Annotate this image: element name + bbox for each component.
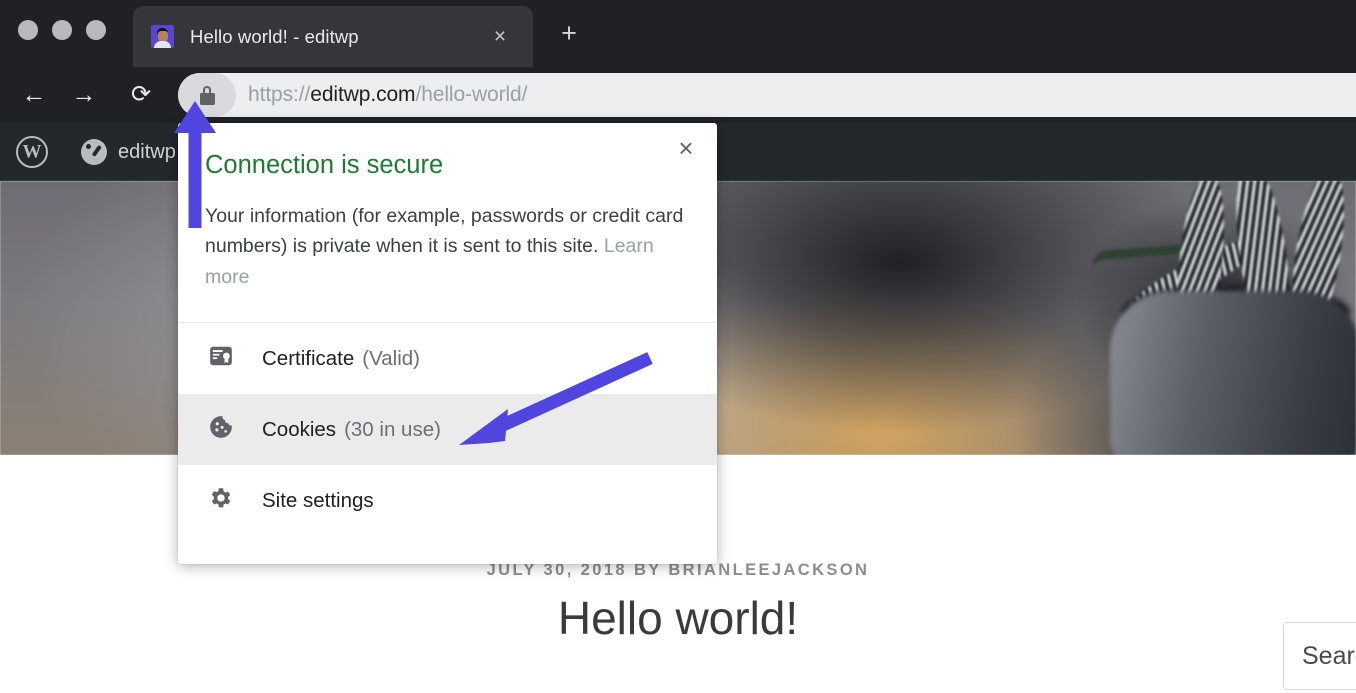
reload-icon[interactable]: ⟳ — [126, 83, 156, 107]
page-title: Hello world! — [0, 591, 1356, 645]
back-icon[interactable]: ← — [19, 83, 49, 108]
url-path: /hello-world/ — [415, 83, 527, 106]
bubble-item-label: Site settings — [262, 489, 374, 513]
url-scheme: https:// — [248, 83, 310, 106]
bubble-header: Connection is secure Your information (f… — [205, 150, 685, 293]
bubble-item-cookies[interactable]: Cookies (30 in use) — [178, 394, 717, 465]
lock-icon — [200, 86, 215, 105]
bubble-item-detail: (30 in use) — [344, 418, 441, 442]
address-bar[interactable]: https://editwp.com/hello-world/ — [178, 73, 1356, 117]
close-window-button[interactable] — [18, 20, 38, 40]
window-controls[interactable] — [18, 20, 106, 40]
browser-tab-strip: Hello world! - editwp × + — [0, 0, 1356, 67]
gear-icon — [208, 485, 234, 517]
minimize-window-button[interactable] — [52, 20, 72, 40]
browser-tab[interactable]: Hello world! - editwp × — [133, 6, 533, 67]
new-tab-button[interactable]: + — [556, 20, 582, 46]
bubble-item-certificate[interactable]: Certificate (Valid) — [178, 323, 717, 394]
search-input[interactable]: Search — [1283, 622, 1356, 690]
page-info-bubble: Connection is secure Your information (f… — [178, 123, 717, 564]
cookie-icon — [208, 414, 234, 446]
url-host: editwp.com — [310, 83, 415, 106]
adminbar-item-site[interactable]: editwp — [81, 139, 176, 165]
bubble-item-list: Certificate (Valid) Cookies (30 in use) — [178, 323, 717, 536]
close-icon[interactable]: × — [489, 26, 511, 48]
connection-status-title: Connection is secure — [205, 150, 685, 181]
close-icon[interactable]: × — [669, 131, 703, 165]
site-info-button[interactable] — [178, 73, 236, 117]
address-bar-url: https://editwp.com/hello-world/ — [248, 83, 527, 107]
avatar-icon — [151, 25, 174, 48]
dashboard-gauge-icon — [81, 139, 107, 165]
wordpress-logo-icon[interactable] — [16, 136, 48, 168]
screenshot-root: Hello world! - editwp × + ← → ⟳ https://… — [0, 0, 1356, 693]
bubble-item-label: Certificate — [262, 347, 354, 371]
forward-icon[interactable]: → — [69, 83, 99, 108]
bubble-item-label: Cookies — [262, 418, 336, 442]
certificate-icon — [208, 343, 234, 375]
adminbar-site-name: editwp — [118, 141, 176, 164]
maximize-window-button[interactable] — [86, 20, 106, 40]
bubble-item-detail: (Valid) — [362, 347, 420, 371]
tab-title: Hello world! - editwp — [190, 26, 359, 48]
connection-status-description: Your information (for example, passwords… — [205, 201, 685, 293]
bubble-item-site-settings[interactable]: Site settings — [178, 465, 717, 536]
